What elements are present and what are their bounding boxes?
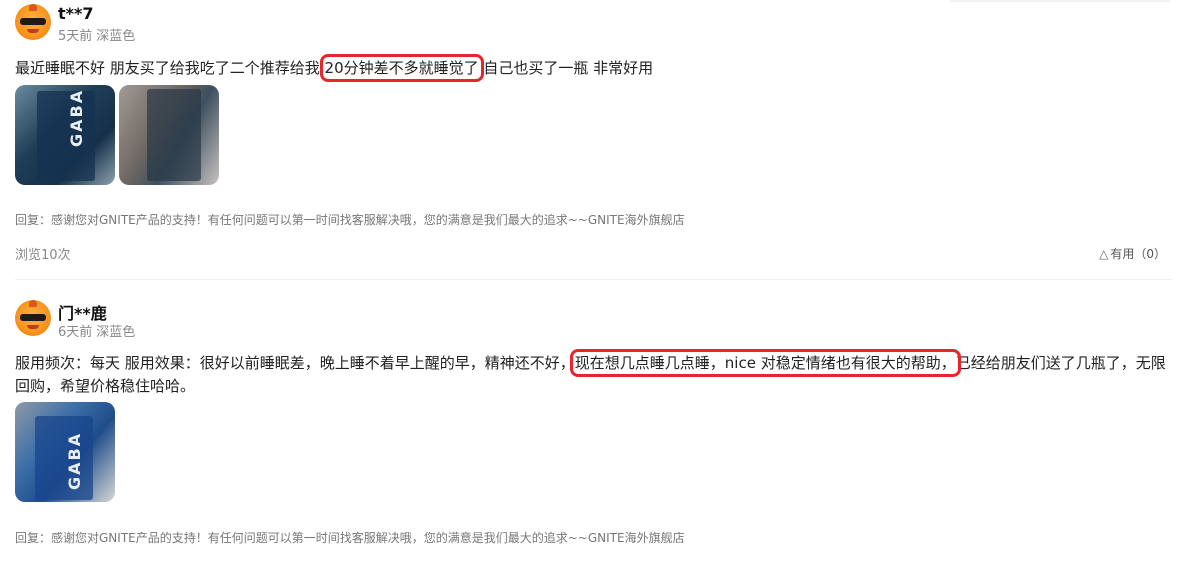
review-text: 最近睡眠不好 朋友买了给我吃了二个推荐给我 20分钟差不多就睡觉了 自己也买了一…: [15, 54, 1175, 82]
seller-reply: 回复：感谢您对GNITE产品的支持！有任何问题可以第一时间找客服解决哦，您的满意…: [15, 531, 685, 545]
review-divider: [15, 279, 1172, 280]
avatar-icon[interactable]: [15, 300, 51, 336]
review-meta: 5天前 深蓝色: [58, 25, 139, 44]
review-text: 服用频次：每天 服用效果：很好以前睡眠差，晚上睡不着早上醒的早，精神还不好，现在…: [15, 349, 1175, 398]
review-variant: 深蓝色: [96, 325, 136, 340]
triangle-up-outline-icon: △: [1099, 247, 1109, 261]
photo-label: GABA: [67, 88, 86, 147]
review-meta: 6天前 深蓝色: [58, 321, 139, 340]
review-variant: 深蓝色: [96, 29, 136, 44]
review-text-part: 自己也买了一瓶 非常好用: [478, 59, 654, 77]
helpful-button[interactable]: △ 有用（0）: [1099, 245, 1166, 262]
top-divider: [950, 0, 1170, 2]
view-count: 浏览10次: [15, 248, 71, 263]
review-photo-2[interactable]: [119, 85, 219, 185]
seller-reply: 回复：感谢您对GNITE产品的支持！有任何问题可以第一时间找客服解决哦，您的满意…: [15, 213, 685, 227]
photo-label: GABA: [65, 431, 84, 490]
review-time: 5天前: [58, 29, 93, 44]
review-photo-1[interactable]: GABA: [15, 402, 115, 502]
reviewer-name[interactable]: t**7: [58, 4, 94, 23]
avatar-icon[interactable]: [15, 4, 51, 40]
highlighted-text: 20分钟差不多就睡觉了: [319, 54, 484, 82]
review-text-part: 最近睡眠不好 朋友买了给我吃了二个推荐给我: [15, 59, 325, 77]
review-photo-1[interactable]: GABA: [15, 85, 115, 185]
review-text-part: 服用频次：每天 服用效果：很好以前睡眠差，晚上睡不着早上醒的早，精神还不好，: [15, 354, 575, 372]
review-time: 6天前: [58, 325, 93, 340]
helpful-label: 有用（0）: [1110, 247, 1166, 261]
highlighted-text: 现在想几点睡几点睡，nice 对稳定情绪也有很大的帮助，: [569, 349, 961, 377]
